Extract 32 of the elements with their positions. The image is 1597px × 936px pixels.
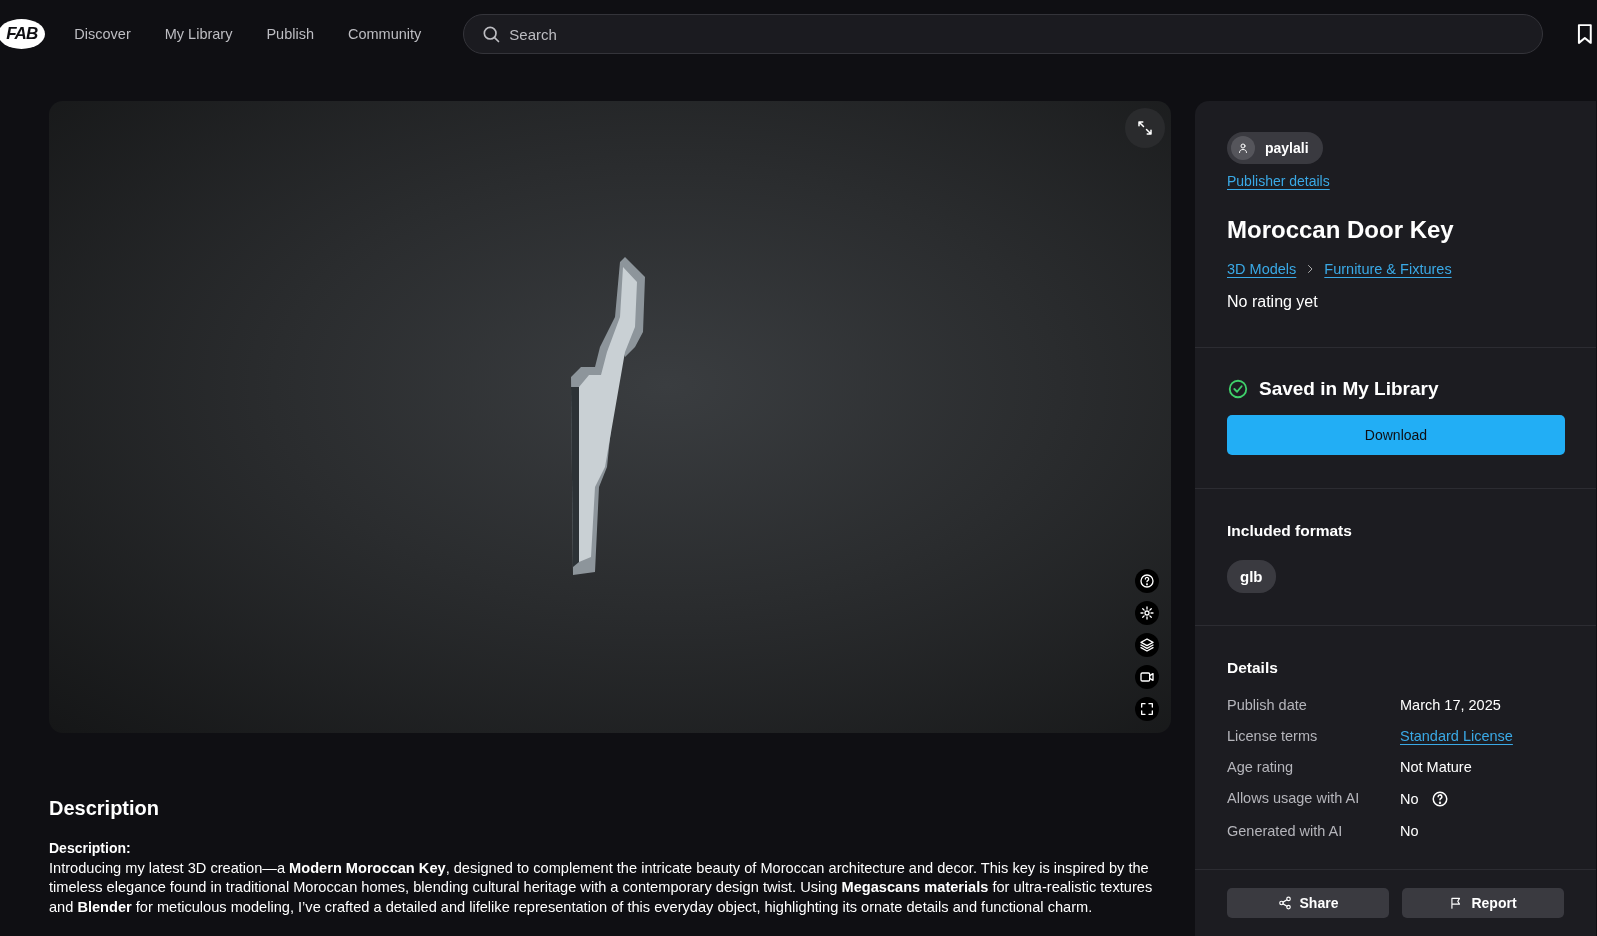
detail-label: Generated with AI [1227,823,1344,839]
section-heading: Details [1227,659,1279,677]
detail-label: Age rating [1227,759,1295,775]
nav-link[interactable]: Publish [266,26,314,42]
logo[interactable]: FAB [0,19,46,49]
description-text: Introducing my latest 3D creation—a Modern Moroccan Key, designed to complement the intricate beauty of Moroccan architecture and decor. This key is inspired by the timeless elegance found in traditional Moroccan homes, blending cultural heritage with a contemporary design twist. Using Megascans materials for ultra-realistic textures and Blender for meticulous modeling, I’ve crafted a detailed and lifelike representation of this everyday object, highlighting its ornate details and functional charm. [49,859,1154,917]
product-title: Moroccan Door Key [1227,216,1455,244]
license-link[interactable]: Standard License [1400,728,1513,744]
nav-link[interactable]: Discover [74,26,131,42]
description-subheading: Description: [49,840,132,856]
section-heading: Description [49,797,161,820]
section-heading: Included formats [1227,522,1353,540]
detail-value: No [1400,791,1419,807]
breadcrumb-link[interactable]: Furniture & Fixtures [1324,261,1452,277]
detail-value: No [1400,823,1419,839]
share-button[interactable]: Share [1227,888,1389,918]
detail-value: Not Mature [1400,759,1472,775]
search-field[interactable]: Search [463,14,1544,54]
rating-text: No rating yet [1227,293,1319,311]
detail-label: Publish date [1227,697,1308,713]
publisher-chip[interactable]: paylali [1227,132,1323,164]
saved-status: Saved in My Library [1259,378,1439,400]
breadcrumb-link[interactable]: 3D Models [1227,261,1297,277]
publisher-link[interactable]: Publisher details [1227,173,1330,189]
download-button[interactable]: Download [1227,415,1565,455]
nav-link[interactable]: Community [348,26,422,42]
detail-label: Allows usage with AI [1227,790,1361,808]
detail-label: License terms [1227,728,1319,744]
nav-link[interactable]: My Library [164,26,233,42]
detail-value: March 17, 2025 [1400,697,1501,713]
format-tag: glb [1227,560,1276,593]
report-button[interactable]: Report [1402,888,1564,918]
